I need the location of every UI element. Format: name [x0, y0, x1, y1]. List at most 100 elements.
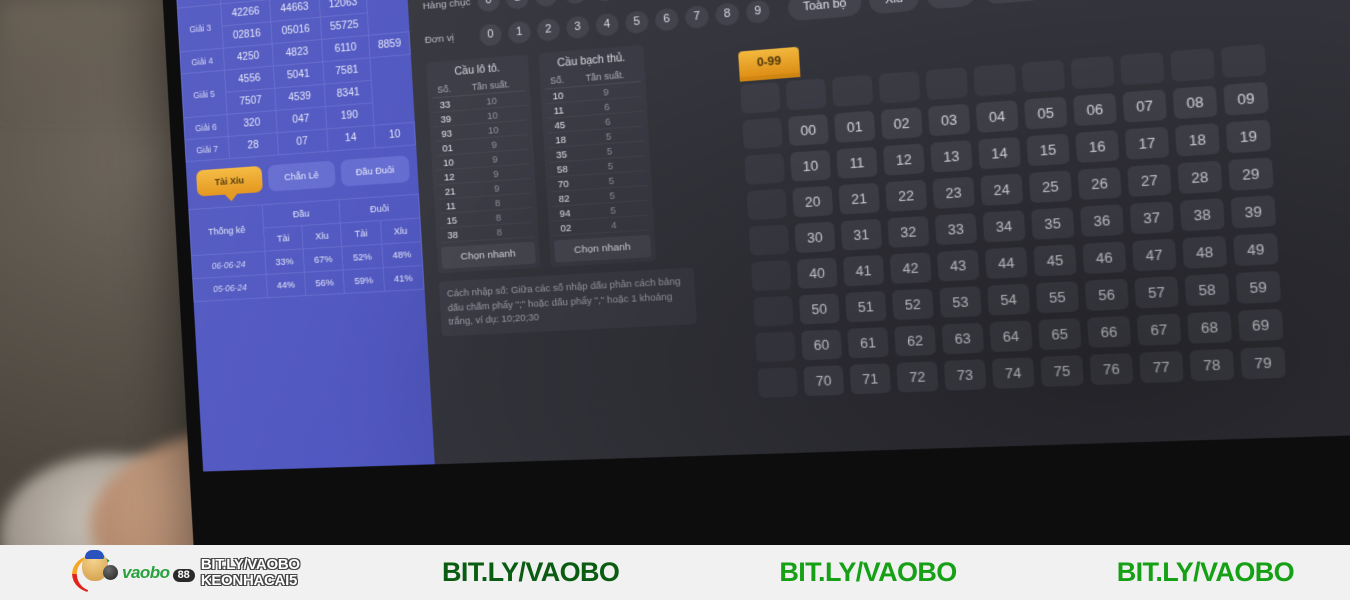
unit-digit-button-6[interactable]: 6	[654, 7, 679, 31]
grid-cell-57[interactable]: 57	[1134, 276, 1179, 309]
grid-cell-31[interactable]: 31	[841, 219, 883, 251]
grid-cell-43[interactable]: 43	[937, 250, 980, 282]
grid-cell-empty[interactable]	[751, 260, 792, 291]
grid-cell-53[interactable]: 53	[939, 286, 982, 318]
grid-cell-51[interactable]: 51	[845, 291, 887, 322]
grid-cell-03[interactable]: 03	[928, 104, 970, 137]
unit-button-tai[interactable]: Tài	[926, 0, 976, 10]
unit-digit-button-8[interactable]: 8	[715, 2, 740, 27]
unit-button-chan[interactable]: Chẵn	[983, 0, 1047, 5]
grid-cell-41[interactable]: 41	[843, 255, 885, 287]
grid-cell-05[interactable]: 05	[1024, 97, 1067, 130]
grid-cell-12[interactable]: 12	[883, 143, 925, 175]
grid-cell-empty[interactable]	[973, 64, 1016, 97]
grid-cell-61[interactable]: 61	[847, 327, 889, 358]
grid-cell-07[interactable]: 07	[1122, 89, 1167, 123]
grid-cell-39[interactable]: 39	[1231, 195, 1277, 228]
grid-cell-65[interactable]: 65	[1038, 318, 1082, 350]
unit-digit-button-9[interactable]: 9	[745, 0, 770, 23]
grid-cell-55[interactable]: 55	[1036, 281, 1080, 313]
grid-cell-empty[interactable]	[753, 296, 794, 327]
grid-cell-14[interactable]: 14	[978, 137, 1021, 170]
grid-cell-68[interactable]: 68	[1187, 311, 1232, 344]
grid-cell-58[interactable]: 58	[1185, 273, 1230, 306]
grid-cell-36[interactable]: 36	[1080, 204, 1124, 237]
grid-cell-37[interactable]: 37	[1130, 201, 1175, 234]
grid-cell-69[interactable]: 69	[1238, 309, 1284, 342]
grid-cell-72[interactable]: 72	[896, 361, 938, 392]
grid-cell-59[interactable]: 59	[1235, 271, 1281, 304]
grid-cell-67[interactable]: 67	[1137, 313, 1182, 345]
unit-digit-button-4[interactable]: 4	[595, 12, 619, 36]
grid-cell-44[interactable]: 44	[985, 247, 1028, 279]
grid-cell-17[interactable]: 17	[1125, 127, 1170, 160]
grid-cell-74[interactable]: 74	[992, 357, 1035, 389]
grid-cell-24[interactable]: 24	[980, 173, 1023, 206]
unit-digit-button-7[interactable]: 7	[684, 4, 709, 28]
grid-cell-32[interactable]: 32	[887, 216, 929, 248]
grid-cell-71[interactable]: 71	[849, 363, 891, 394]
grid-cell-76[interactable]: 76	[1089, 353, 1133, 385]
quick-pick-button-bach-thu[interactable]: Chọn nhanh	[554, 235, 652, 263]
grid-cell-15[interactable]: 15	[1026, 133, 1069, 166]
grid-cell-30[interactable]: 30	[794, 222, 835, 254]
digit-button-0[interactable]: 0	[477, 0, 501, 12]
grid-cell-10[interactable]: 10	[790, 150, 831, 182]
grid-cell-08[interactable]: 08	[1173, 86, 1218, 120]
grid-cell-empty[interactable]	[757, 367, 798, 398]
grid-cell-empty[interactable]	[742, 117, 783, 149]
grid-cell-49[interactable]: 49	[1233, 233, 1279, 266]
grid-cell-18[interactable]: 18	[1175, 123, 1220, 157]
grid-cell-16[interactable]: 16	[1075, 130, 1119, 163]
grid-cell-23[interactable]: 23	[932, 177, 974, 209]
grid-cell-56[interactable]: 56	[1085, 279, 1129, 311]
grid-cell-02[interactable]: 02	[881, 107, 923, 139]
unit-button-toan-bo[interactable]: Toàn bộ	[787, 0, 862, 21]
grid-cell-empty[interactable]	[740, 82, 780, 114]
unit-digit-button-1[interactable]: 1	[508, 20, 532, 44]
grid-cell-48[interactable]: 48	[1182, 236, 1227, 269]
tab-dau-duoi[interactable]: Đầu Đuôi	[340, 155, 410, 186]
grid-cell-empty[interactable]	[744, 153, 785, 185]
grid-cell-empty[interactable]	[926, 67, 968, 100]
unit-digit-button-2[interactable]: 2	[536, 17, 560, 41]
tab-tai-xiu[interactable]: Tài Xỉu	[196, 166, 263, 197]
unit-digit-button-3[interactable]: 3	[566, 15, 590, 39]
grid-cell-33[interactable]: 33	[935, 213, 978, 245]
grid-cell-66[interactable]: 66	[1087, 316, 1131, 348]
grid-cell-empty[interactable]	[755, 331, 796, 362]
grid-cell-73[interactable]: 73	[944, 359, 987, 390]
grid-cell-empty[interactable]	[786, 78, 827, 110]
grid-cell-63[interactable]: 63	[941, 323, 984, 355]
grid-cell-60[interactable]: 60	[801, 329, 842, 360]
tab-range-0-99[interactable]: 0-99	[738, 47, 800, 78]
digit-button-3[interactable]: 3	[564, 0, 588, 4]
grid-cell-04[interactable]: 04	[976, 100, 1019, 133]
grid-cell-38[interactable]: 38	[1180, 198, 1225, 231]
unit-button-xiu[interactable]: Xỉu	[869, 0, 919, 14]
grid-cell-25[interactable]: 25	[1029, 170, 1073, 203]
grid-cell-01[interactable]: 01	[834, 111, 875, 143]
grid-cell-empty[interactable]	[1071, 56, 1115, 89]
grid-cell-19[interactable]: 19	[1226, 120, 1272, 154]
grid-cell-28[interactable]: 28	[1177, 161, 1222, 194]
grid-cell-75[interactable]: 75	[1040, 355, 1084, 387]
grid-cell-06[interactable]: 06	[1073, 93, 1117, 126]
grid-cell-21[interactable]: 21	[838, 183, 880, 215]
grid-cell-26[interactable]: 26	[1078, 167, 1122, 200]
unit-digit-button-5[interactable]: 5	[625, 10, 650, 34]
grid-cell-77[interactable]: 77	[1139, 351, 1184, 383]
quick-pick-button-lo-to[interactable]: Chọn nhanh	[441, 242, 536, 269]
grid-cell-54[interactable]: 54	[987, 284, 1030, 316]
grid-cell-empty[interactable]	[1221, 44, 1267, 78]
grid-cell-00[interactable]: 00	[788, 114, 829, 146]
digit-button-4[interactable]: 4	[593, 0, 617, 2]
digit-button-2[interactable]: 2	[534, 0, 558, 7]
grid-cell-50[interactable]: 50	[799, 293, 840, 324]
grid-cell-empty[interactable]	[832, 75, 873, 107]
grid-cell-empty[interactable]	[878, 71, 920, 104]
grid-cell-20[interactable]: 20	[792, 186, 833, 218]
grid-cell-79[interactable]: 79	[1240, 347, 1286, 380]
grid-cell-46[interactable]: 46	[1082, 241, 1126, 274]
grid-cell-22[interactable]: 22	[885, 180, 927, 212]
